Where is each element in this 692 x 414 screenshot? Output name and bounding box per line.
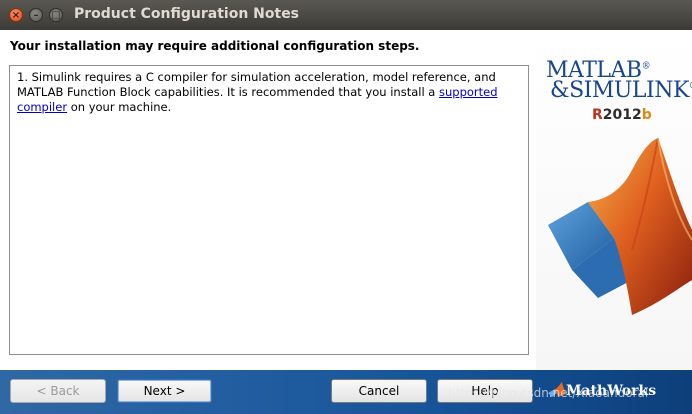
cancel-button[interactable]: Cancel <box>331 379 427 403</box>
minimize-icon[interactable]: – <box>29 8 43 22</box>
content-area: Your installation may require additional… <box>0 30 692 370</box>
close-icon[interactable]: × <box>9 8 23 22</box>
back-button[interactable]: < Back <box>10 379 106 403</box>
release-year: 2012 <box>602 107 642 123</box>
page-heading: Your installation may require additional… <box>10 39 420 53</box>
release-r: R <box>592 107 603 123</box>
note-text-end: on your machine. <box>67 100 172 114</box>
button-bar: < Back Next > Cancel Help MathWorks http… <box>0 370 692 414</box>
brand-panel: MATLAB® &SIMULINK® R2012b <box>536 30 692 370</box>
configuration-notes-window: × – □ Product Configuration Notes Your i… <box>0 0 692 414</box>
release-b: b <box>641 107 652 123</box>
matlab-membrane-logo <box>548 137 692 315</box>
maximize-icon[interactable]: □ <box>49 8 63 22</box>
window-title: Product Configuration Notes <box>74 6 300 22</box>
next-button[interactable]: Next > <box>117 379 212 403</box>
note-text: 1. Simulink requires a C compiler for si… <box>17 70 496 99</box>
release-badge: R2012b <box>592 107 652 123</box>
simulink-wordmark: &SIMULINK® <box>550 78 692 103</box>
title-bar: × – □ Product Configuration Notes <box>0 0 692 30</box>
notes-text-area[interactable]: 1. Simulink requires a C compiler for si… <box>9 65 529 355</box>
simulink-text: &SIMULINK <box>550 78 689 103</box>
registered-mark: ® <box>641 61 651 72</box>
watermark-text: https://blog.csdn.net/Xiaoandoral <box>448 386 649 400</box>
